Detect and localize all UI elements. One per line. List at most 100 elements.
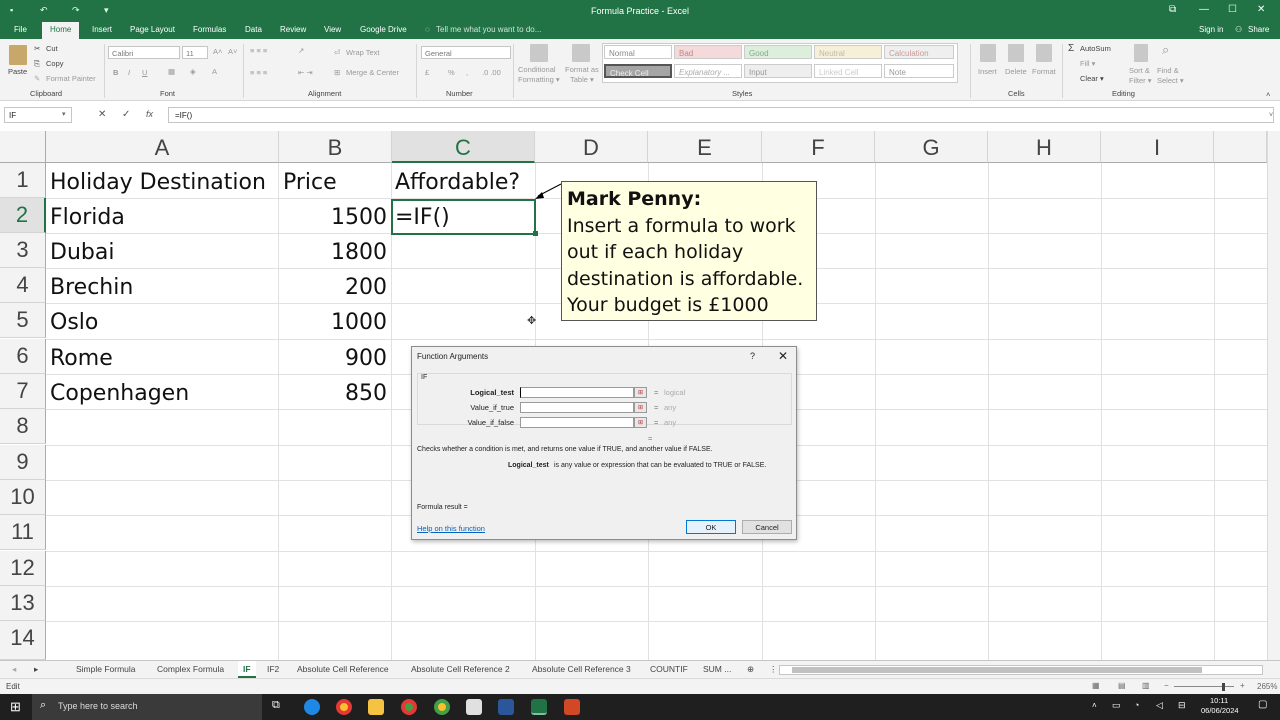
arg-input-logical-test[interactable] xyxy=(520,387,634,398)
dialog-help-icon[interactable]: ? xyxy=(750,351,755,361)
delete-cells-button[interactable]: Delete xyxy=(1005,67,1027,76)
column-header-c[interactable]: C xyxy=(392,131,535,163)
chrome-profile-icon[interactable] xyxy=(401,699,417,715)
paste-button[interactable]: Paste xyxy=(8,67,27,76)
scroll-tabs-right-icon[interactable]: ▸ xyxy=(34,664,38,675)
minimize-icon[interactable]: — xyxy=(1199,4,1209,15)
scroll-tabs-left-icon[interactable]: ◂ xyxy=(12,664,16,675)
excel-icon[interactable] xyxy=(531,699,547,715)
scissors-icon[interactable]: ✂ xyxy=(34,44,40,53)
insert-cells-icon[interactable] xyxy=(980,44,996,62)
copy-button[interactable]: Copy xyxy=(46,59,64,68)
confirm-entry-icon[interactable]: ✓ xyxy=(122,109,130,120)
cancel-entry-icon[interactable]: ✕ xyxy=(98,109,106,120)
tray-icon[interactable]: ▭ xyxy=(1112,700,1121,711)
tab-page-layout[interactable]: Page Layout xyxy=(130,25,175,34)
cut-button[interactable]: Cut xyxy=(46,44,58,53)
merge-icon[interactable]: ⊞ xyxy=(334,68,340,77)
cell-b6[interactable]: 900 xyxy=(279,341,391,376)
cell-b2[interactable]: 1500 xyxy=(279,200,391,235)
vertical-scrollbar[interactable] xyxy=(1267,131,1280,660)
tab-home[interactable]: Home xyxy=(42,22,80,39)
zoom-in-icon[interactable]: + xyxy=(1240,681,1245,690)
row-header-9[interactable]: 9 xyxy=(0,445,46,480)
tab-data[interactable]: Data xyxy=(245,25,262,34)
tab-google-drive[interactable]: Google Drive xyxy=(360,25,407,34)
autosum-button[interactable]: AutoSum xyxy=(1080,44,1111,53)
style-input[interactable]: Input xyxy=(744,64,812,78)
cell-c1[interactable]: Affordable? xyxy=(395,165,533,200)
collapse-dialog-icon[interactable]: ⊞ xyxy=(634,387,647,398)
row-header-14[interactable]: 14 xyxy=(0,621,46,660)
row-header-11[interactable]: 11 xyxy=(0,515,46,550)
sheet-tab-simple-formula[interactable]: Simple Formula xyxy=(76,664,136,674)
network-icon[interactable]: ◔ xyxy=(1134,700,1139,710)
cell-comment[interactable]: Mark Penny: Insert a formula to work out… xyxy=(561,181,817,321)
style-good[interactable]: Good xyxy=(744,45,812,59)
tab-review[interactable]: Review xyxy=(280,25,306,34)
file-explorer-icon[interactable] xyxy=(368,699,384,715)
fill-button[interactable]: Fill ▾ xyxy=(1080,59,1095,68)
fill-handle[interactable] xyxy=(533,231,538,236)
zoom-level[interactable]: 265% xyxy=(1257,682,1277,691)
cell-a2[interactable]: Florida xyxy=(50,200,276,235)
conditional-formatting-icon[interactable] xyxy=(530,44,548,62)
style-explanatory[interactable]: Explanatory ... xyxy=(674,64,742,78)
underline-button[interactable]: U xyxy=(142,68,147,77)
style-neutral[interactable]: Neutral xyxy=(814,45,882,59)
cell-a3[interactable]: Dubai xyxy=(50,235,276,270)
column-header-g[interactable]: G xyxy=(875,131,988,163)
orientation-icon[interactable]: ↗ xyxy=(298,46,304,55)
collapse-dialog-icon[interactable]: ⊞ xyxy=(634,402,647,413)
row-header-1[interactable]: 1 xyxy=(0,163,46,198)
tab-insert[interactable]: Insert xyxy=(92,25,112,34)
sort-filter-button[interactable]: Sort & xyxy=(1129,66,1150,75)
sign-in-link[interactable]: Sign in xyxy=(1199,25,1223,34)
cell-b1[interactable]: Price xyxy=(283,165,389,200)
borders-icon[interactable]: ▦ xyxy=(168,67,175,76)
format-as-table-button[interactable]: Format as xyxy=(565,65,599,74)
style-normal[interactable]: Normal xyxy=(604,45,672,59)
insert-function-button[interactable]: fx xyxy=(146,109,153,119)
cell-b4[interactable]: 200 xyxy=(279,270,391,305)
merge-center-button[interactable]: Merge & Center xyxy=(346,68,399,77)
arg-input-value-if-false[interactable] xyxy=(520,417,634,428)
taskbar-date[interactable]: 06/06/2024 xyxy=(1201,706,1239,715)
page-layout-view-icon[interactable]: ▤ xyxy=(1118,681,1126,690)
format-cells-button[interactable]: Format xyxy=(1032,67,1056,76)
font-name-combo[interactable]: Calibri xyxy=(108,46,180,59)
sheet-tab-if[interactable]: IF xyxy=(238,661,256,678)
windows-start-icon[interactable]: ⊞ xyxy=(10,699,21,715)
formula-input[interactable]: =IF() xyxy=(168,107,1274,123)
align-top-icon[interactable]: ≡ ≡ ≡ xyxy=(250,46,267,55)
comma-button[interactable]: , xyxy=(466,68,468,77)
column-header-i[interactable]: I xyxy=(1101,131,1214,163)
help-on-function-link[interactable]: Help on this function xyxy=(417,524,485,533)
taskbar-search-placeholder[interactable]: Type here to search xyxy=(58,701,138,711)
restore-ribbon-icon[interactable]: ⧉ xyxy=(1169,4,1176,15)
speaker-icon[interactable]: ◁ xyxy=(1156,700,1163,711)
cell-b3[interactable]: 1800 xyxy=(279,235,391,270)
cell-a7[interactable]: Copenhagen xyxy=(50,376,276,411)
clear-button[interactable]: Clear ▾ xyxy=(1080,74,1104,83)
row-header-7[interactable]: 7 xyxy=(0,374,46,409)
fill-color-icon[interactable]: ◈ xyxy=(190,67,196,76)
insert-cells-button[interactable]: Insert xyxy=(978,67,997,76)
row-header-4[interactable]: 4 xyxy=(0,268,46,303)
column-header-d[interactable]: D xyxy=(535,131,648,163)
powerpoint-icon[interactable] xyxy=(564,699,580,715)
zoom-slider-thumb[interactable] xyxy=(1222,683,1225,691)
style-check-cell[interactable]: Check Cell xyxy=(604,64,672,78)
sheet-tab-complex-formula[interactable]: Complex Formula xyxy=(157,664,224,674)
row-header-6[interactable]: 6 xyxy=(0,339,46,374)
dialog-close-icon[interactable]: ✕ xyxy=(778,349,788,363)
select-all-corner[interactable] xyxy=(0,131,46,163)
cancel-button[interactable]: Cancel xyxy=(742,520,792,534)
column-header-b[interactable]: B xyxy=(279,131,392,163)
sheet-tab-absolute-cell-reference-2[interactable]: Absolute Cell Reference 2 xyxy=(411,664,510,674)
font-color-icon[interactable]: A xyxy=(212,67,217,76)
style-note[interactable]: Note xyxy=(884,64,954,78)
row-header-13[interactable]: 13 xyxy=(0,586,46,621)
sheet-tab-absolute-cell-reference[interactable]: Absolute Cell Reference xyxy=(297,664,389,674)
tray-chevron-icon[interactable]: ˄ xyxy=(1092,701,1097,710)
